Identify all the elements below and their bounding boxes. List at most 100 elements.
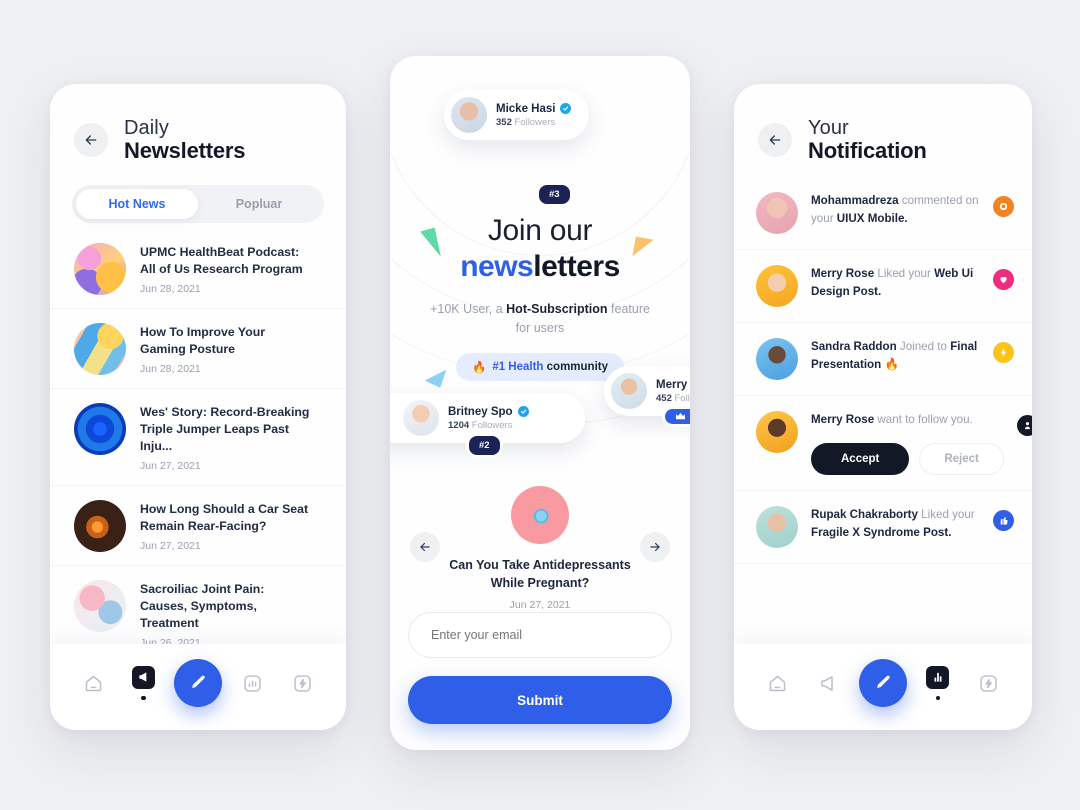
fire-icon: 🔥 [471,361,487,374]
crown-badge [662,406,690,427]
follower-count: 352 Followers [496,116,556,128]
back-button[interactable] [74,123,108,158]
bottom-nav [734,644,1032,730]
user-name: Micke Hasi [496,102,556,115]
tab-popular[interactable]: Popluar [198,189,320,219]
page-title: Your Notification [808,117,927,164]
crown-icon [676,412,685,420]
flash-icon [980,674,997,692]
flash-icon [294,674,311,692]
email-input[interactable] [408,612,672,658]
title-line-1: Your [808,117,849,139]
notification-text: Merry Rose Liked your Web Ui Design Post… [811,266,974,298]
bottom-nav [50,644,346,730]
avatar [451,97,487,133]
news-list-item[interactable]: UPMC HealthBeat Podcast: All of Us Resea… [50,229,346,309]
nav-item-flash[interactable] [283,660,323,706]
user-name-row: Merry Rose [656,379,690,391]
news-thumbnail [74,579,126,632]
health-community-pill[interactable]: 🔥 #1 Health community [455,352,624,381]
nav-item-announcements[interactable] [124,660,164,706]
hero-rest: letters [533,250,620,283]
title-line-2: Newsletters [124,138,246,164]
right-header: Your Notification [734,84,1032,163]
follow-request-actions: Accept Reject [811,442,1004,475]
compose-button[interactable] [173,659,222,707]
avatar [756,410,798,453]
compose-button[interactable] [858,659,907,707]
news-date: Jun 27, 2021 [140,459,201,472]
news-thumbnail [74,322,126,375]
nav-item-home[interactable] [73,660,113,706]
verified-badge-icon [560,103,572,114]
avatar [756,337,798,380]
news-thumbnail [74,402,126,455]
notification-item-follow-request[interactable]: Merry Rose want to follow you. Accept Re… [734,396,1032,491]
title-line-1: Daily [124,117,169,139]
thumbs-up-icon [993,509,1014,531]
news-title: Sacroiliac Joint Pain: Causes, Symptoms,… [140,581,265,630]
user-name-row: Micke Hasi [496,102,572,115]
notification-item[interactable]: Rupak Chakraborty Liked your Fragile X S… [734,491,1032,564]
nav-item-stats[interactable] [918,660,958,706]
notification-text: Mohammadreza commented on your UIUX Mobi… [811,193,979,225]
news-thumbnail [74,242,126,295]
article-carousel: Can You Take Antidepressants While Pregn… [390,486,690,611]
nav-item-flash[interactable] [969,660,1009,706]
avatar [403,400,439,436]
hero-line-1: Join our [487,214,593,247]
left-header: Daily Newsletters [50,84,346,163]
submit-button[interactable]: Submit [408,676,672,724]
follower-count: 1204 Followers [448,419,513,431]
flash-icon [993,341,1014,363]
notification-text: Sandra Raddon Joined to Final Presentati… [811,339,978,371]
phone-center-join-newsletters: Micke Hasi 352 Followers #3 Join our new… [390,56,690,750]
rank-badge: #3 [536,182,573,207]
article-title: Can You Take Antidepressants While Pregn… [449,558,631,591]
news-list-item[interactable]: Wes' Story: Record-Breaking Triple Jumpe… [50,389,346,486]
notification-item[interactable]: Sandra Raddon Joined to Final Presentati… [734,323,1032,396]
featured-user-card[interactable]: Micke Hasi 352 Followers [444,90,590,140]
tab-hot-news[interactable]: Hot News [76,188,198,219]
arrow-left-icon [85,135,97,146]
nav-item-stats[interactable] [232,660,272,706]
notification-text: Merry Rose want to follow you. [811,412,973,426]
accept-button[interactable]: Accept [811,442,910,475]
nav-item-home[interactable] [757,660,797,706]
notification-text: Rupak Chakraborty Liked your Fragile X S… [811,507,975,539]
news-date: Jun 27, 2021 [140,539,201,552]
hero-line-2: newsletters [390,250,690,284]
heart-icon [993,268,1014,290]
news-title: How Long Should a Car Seat Remain Rear-F… [140,501,309,533]
avatar [756,505,798,548]
avatar [756,191,798,234]
user-name: Merry Rose [656,378,690,391]
home-icon [769,675,786,691]
nav-active-dot [935,695,941,701]
news-list: UPMC HealthBeat Podcast: All of Us Resea… [50,229,346,663]
notification-item[interactable]: Mohammadreza commented on your UIUX Mobi… [734,177,1032,250]
news-list-item[interactable]: How To Improve Your Gaming Posture Jun 2… [50,309,346,389]
tab-bar: Hot News Popluar [72,184,324,223]
hero-subtitle: +10K User, a Hot-Subscription feature fo… [430,302,650,336]
notification-item[interactable]: Merry Rose Liked your Web Ui Design Post… [734,250,1032,323]
nav-item-announcements[interactable] [808,660,848,706]
news-list-item[interactable]: How Long Should a Car Seat Remain Rear-F… [50,486,346,566]
back-button[interactable] [758,123,792,158]
page-title: Daily Newsletters [124,117,246,164]
screen: Daily Newsletters Hot News Popluar UPMC … [0,0,1080,810]
carousel-next-button[interactable] [640,532,670,562]
avatar [611,373,647,409]
verified-badge-icon [517,406,529,417]
home-icon [85,675,101,691]
article-thumbnail [511,486,569,544]
nav-active-chip [132,665,156,689]
title-line-2: Notification [808,138,927,164]
nav-active-chip [926,665,950,689]
nav-active-dot [141,695,146,701]
pen-icon [192,675,205,688]
megaphone-icon [820,675,833,691]
user-name-row: Britney Spo [448,406,529,418]
carousel-prev-button[interactable] [410,532,440,562]
reject-button[interactable]: Reject [919,442,1004,475]
